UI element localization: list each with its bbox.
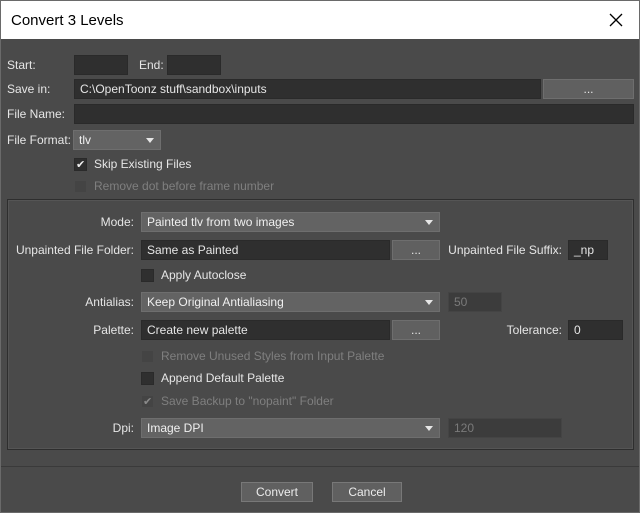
close-icon[interactable]	[605, 9, 627, 31]
save-backup-label: Save Backup to "nopaint" Folder	[161, 394, 334, 408]
unpainted-suffix-label: Unpainted File Suffix:	[448, 243, 562, 257]
mode-label: Mode:	[100, 215, 134, 229]
dpi-label: Dpi:	[112, 421, 134, 435]
tolerance-label: Tolerance:	[506, 323, 562, 337]
apply-autoclose-label: Apply Autoclose	[161, 268, 247, 282]
file-format-value: tlv	[79, 133, 91, 147]
skip-existing-checkbox[interactable]: ✔	[74, 158, 87, 171]
append-default-palette-checkbox[interactable]	[141, 372, 154, 385]
footer-divider	[1, 466, 639, 467]
save-in-field[interactable]: C:\OpenToonz stuff\sandbox\inputs	[74, 79, 541, 99]
save-backup-checkbox[interactable]: ✔	[141, 395, 154, 408]
chevron-down-icon	[146, 138, 154, 143]
cancel-button[interactable]: Cancel	[332, 482, 402, 502]
end-label: End:	[139, 58, 164, 72]
remove-dot-checkbox[interactable]	[74, 180, 87, 193]
checkmark-icon: ✔	[76, 159, 86, 171]
mode-value: Painted tlv from two images	[147, 215, 295, 229]
convert-levels-dialog: Convert 3 Levels Start: End: Save in: C:…	[0, 0, 640, 513]
mode-dropdown[interactable]: Painted tlv from two images	[141, 212, 440, 232]
palette-browse-button[interactable]: ...	[392, 320, 440, 340]
save-in-label: Save in:	[7, 82, 51, 96]
end-frame-field[interactable]	[167, 55, 221, 75]
start-label: Start:	[7, 58, 36, 72]
file-name-label: File Name:	[7, 107, 66, 121]
chevron-down-icon	[425, 426, 433, 431]
unpainted-folder-field[interactable]: Same as Painted	[141, 240, 390, 260]
chevron-down-icon	[425, 300, 433, 305]
chevron-down-icon	[425, 220, 433, 225]
save-in-browse-button[interactable]: ...	[543, 79, 634, 99]
dpi-value-field[interactable]: 120	[448, 418, 562, 438]
convert-button[interactable]: Convert	[241, 482, 313, 502]
checkmark-icon: ✔	[143, 396, 153, 408]
palette-label: Palette:	[93, 323, 134, 337]
remove-unused-styles-checkbox[interactable]	[141, 350, 154, 363]
tolerance-field[interactable]: 0	[568, 320, 623, 340]
apply-autoclose-checkbox[interactable]	[141, 269, 154, 282]
unpainted-suffix-field[interactable]: _np	[568, 240, 608, 260]
remove-unused-styles-label: Remove Unused Styles from Input Palette	[161, 349, 385, 363]
start-frame-field[interactable]	[74, 55, 128, 75]
skip-existing-label: Skip Existing Files	[94, 157, 192, 171]
append-default-palette-label: Append Default Palette	[161, 371, 285, 385]
title-bar: Convert 3 Levels	[1, 1, 639, 39]
file-format-label: File Format:	[7, 133, 72, 147]
remove-dot-label: Remove dot before frame number	[94, 179, 275, 193]
unpainted-folder-label: Unpainted File Folder:	[15, 243, 134, 257]
file-format-dropdown[interactable]: tlv	[73, 130, 161, 150]
antialias-amount-field[interactable]: 50	[448, 292, 502, 312]
antialias-label: Antialias:	[85, 295, 134, 309]
file-name-field[interactable]	[74, 104, 634, 124]
antialias-dropdown[interactable]: Keep Original Antialiasing	[141, 292, 440, 312]
antialias-value: Keep Original Antialiasing	[147, 295, 284, 309]
window-title: Convert 3 Levels	[11, 12, 124, 29]
dpi-dropdown[interactable]: Image DPI	[141, 418, 440, 438]
palette-field[interactable]: Create new palette	[141, 320, 390, 340]
unpainted-folder-browse-button[interactable]: ...	[392, 240, 440, 260]
dpi-value: Image DPI	[147, 421, 204, 435]
